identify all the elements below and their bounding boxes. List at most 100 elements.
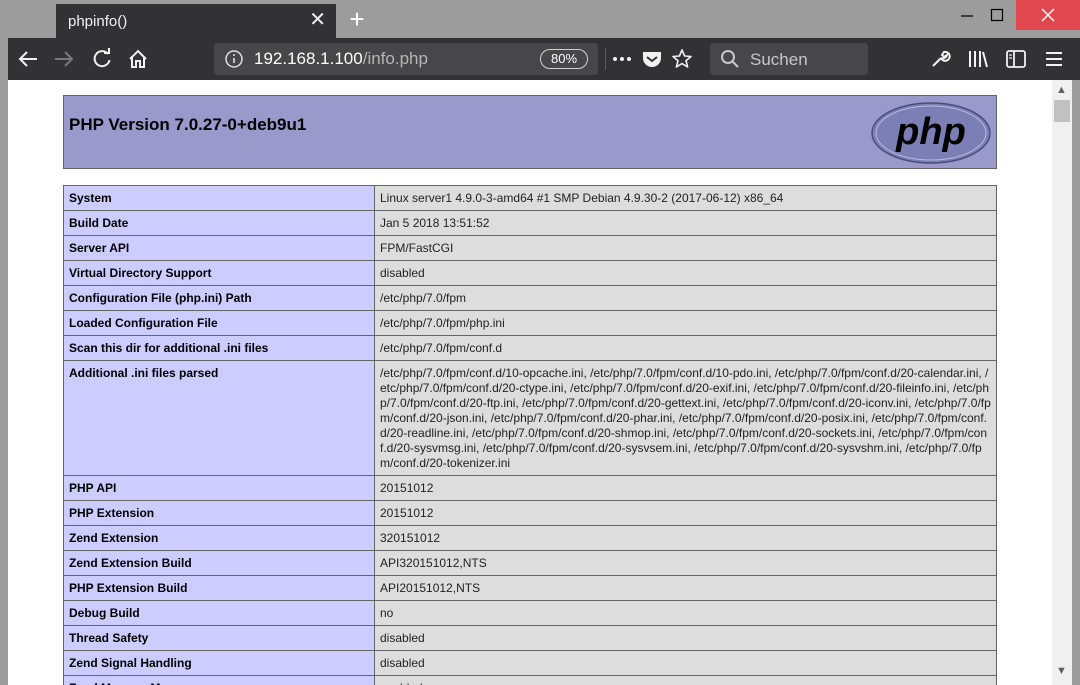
row-value: 20151012 bbox=[374, 475, 997, 501]
row-key: System bbox=[63, 185, 375, 211]
hamburger-menu-icon bbox=[1046, 52, 1062, 66]
toolbar-separator bbox=[605, 48, 606, 70]
url-text[interactable]: 192.168.1.100/info.php bbox=[254, 49, 428, 69]
search-bar[interactable]: Suchen bbox=[710, 43, 868, 75]
url-bar[interactable]: 192.168.1.100/info.php 80% bbox=[214, 43, 598, 75]
row-value: FPM/FastCGI bbox=[374, 235, 997, 261]
minimize-icon bbox=[961, 15, 973, 17]
scroll-up-icon[interactable]: ▲ bbox=[1056, 84, 1067, 96]
window-frame-left bbox=[0, 0, 8, 685]
tab-phpinfo[interactable]: phpinfo() ✕ bbox=[56, 4, 336, 38]
row-value: /etc/php/7.0/fpm/conf.d/10-opcache.ini, … bbox=[374, 360, 997, 476]
row-value: API20151012,NTS bbox=[374, 575, 997, 601]
php-info-table: System Linux server1 4.9.0-3-amd64 #1 SMP… bbox=[63, 185, 997, 685]
home-button[interactable] bbox=[126, 47, 150, 71]
back-button[interactable] bbox=[16, 47, 40, 71]
vertical-scrollbar[interactable]: ▲ ▼ bbox=[1052, 80, 1072, 685]
zoom-level-badge[interactable]: 80% bbox=[540, 49, 588, 69]
table-row: Loaded Configuration File/etc/php/7.0/fp… bbox=[63, 310, 997, 336]
row-key: PHP Extension bbox=[63, 500, 375, 526]
library-icon bbox=[969, 51, 988, 68]
close-tab-icon[interactable]: ✕ bbox=[309, 9, 326, 31]
forward-button[interactable] bbox=[52, 47, 76, 71]
row-key: Scan this dir for additional .ini files bbox=[63, 335, 375, 361]
search-icon bbox=[721, 50, 739, 68]
window-close-button[interactable] bbox=[1016, 0, 1080, 30]
reload-icon bbox=[93, 48, 111, 68]
page-content: PHP Version 7.0.27-0+deb9u1 php System Li… bbox=[8, 80, 1052, 685]
table-row: Build Date Jan 5 2018 13:51:52 bbox=[63, 210, 997, 236]
row-value: disabled bbox=[374, 650, 997, 676]
page-title: PHP Version 7.0.27-0+deb9u1 bbox=[69, 115, 307, 134]
pocket-icon bbox=[643, 52, 661, 67]
row-value: Jan 5 2018 13:51:52 bbox=[374, 210, 997, 236]
library-button[interactable] bbox=[966, 47, 990, 71]
url-host: 192.168.1.100 bbox=[254, 49, 363, 68]
search-input[interactable]: Suchen bbox=[750, 50, 808, 70]
home-icon bbox=[129, 49, 147, 68]
page-actions-button[interactable] bbox=[610, 47, 634, 71]
table-row: PHP Extension 20151012 bbox=[63, 500, 997, 526]
row-key: PHP API bbox=[63, 475, 375, 501]
title-bar: phpinfo() ✕ + bbox=[0, 0, 1080, 38]
forward-arrow-icon bbox=[55, 51, 74, 67]
menu-button[interactable] bbox=[1042, 47, 1066, 71]
row-value: /etc/php/7.0/fpm/php.ini bbox=[374, 310, 997, 336]
row-key: Zend Extension Build bbox=[63, 550, 375, 576]
row-value: API320151012,NTS bbox=[374, 550, 997, 576]
table-row: PHP API 20151012 bbox=[63, 475, 997, 501]
row-key: Zend Signal Handling bbox=[63, 650, 375, 676]
row-key: Debug Build bbox=[63, 600, 375, 626]
table-row: System Linux server1 4.9.0-3-amd64 #1 SMP… bbox=[63, 185, 997, 211]
table-row: Debug Build no bbox=[63, 600, 997, 626]
php-logo: php bbox=[871, 102, 991, 164]
table-row: Zend Extension Build API320151012,NTS bbox=[63, 550, 997, 576]
url-path: /info.php bbox=[362, 49, 428, 68]
table-row: Zend Extension 320151012 bbox=[63, 525, 997, 551]
maximize-button[interactable] bbox=[974, 0, 1020, 30]
row-value: no bbox=[374, 600, 997, 626]
row-key: Zend Memory Manager bbox=[63, 675, 375, 685]
row-value: /etc/php/7.0/fpm/conf.d bbox=[374, 335, 997, 361]
row-key: Virtual Directory Support bbox=[63, 260, 375, 286]
row-key: PHP Extension Build bbox=[63, 575, 375, 601]
sidebar-button[interactable] bbox=[1004, 47, 1028, 71]
window-frame-right bbox=[1072, 80, 1080, 685]
row-key: Configuration File (php.ini) Path bbox=[63, 285, 375, 311]
scroll-down-icon[interactable]: ▼ bbox=[1056, 665, 1067, 677]
back-arrow-icon bbox=[18, 51, 37, 67]
reload-button[interactable] bbox=[90, 47, 114, 71]
row-key: Additional .ini files parsed bbox=[63, 360, 375, 476]
info-icon[interactable] bbox=[224, 49, 244, 69]
tools-button[interactable] bbox=[928, 47, 952, 71]
pocket-button[interactable] bbox=[640, 47, 664, 71]
row-key: Build Date bbox=[63, 210, 375, 236]
star-icon bbox=[672, 49, 692, 68]
table-row: Thread Safety disabled bbox=[63, 625, 997, 651]
sidebar-icon bbox=[1006, 50, 1026, 68]
row-key: Thread Safety bbox=[63, 625, 375, 651]
row-value: /etc/php/7.0/fpm bbox=[374, 285, 997, 311]
row-key: Server API bbox=[63, 235, 375, 261]
table-row: Scan this dir for additional .ini files /… bbox=[63, 335, 997, 361]
table-row: Zend Signal Handling disabled bbox=[63, 650, 997, 676]
table-row: Configuration File (php.ini) Path/etc/ph… bbox=[63, 285, 997, 311]
row-key: Loaded Configuration File bbox=[63, 310, 375, 336]
row-value: disabled bbox=[374, 625, 997, 651]
new-tab-button[interactable]: + bbox=[344, 4, 370, 34]
ellipsis-icon bbox=[613, 57, 631, 61]
table-row: Additional .ini files parsed/etc/php/7.0… bbox=[63, 360, 997, 476]
row-value: 20151012 bbox=[374, 500, 997, 526]
scrollbar-thumb[interactable] bbox=[1054, 100, 1070, 122]
php-version-header: PHP Version 7.0.27-0+deb9u1 php bbox=[63, 95, 997, 169]
tab-title: phpinfo() bbox=[68, 13, 128, 30]
row-value: Linux server1 4.9.0-3-amd64 #1 SMP Debia… bbox=[374, 185, 997, 211]
table-row: Server API FPM/FastCGI bbox=[63, 235, 997, 261]
table-row: Zend Memory Managerenabled bbox=[63, 675, 997, 685]
row-key: Zend Extension bbox=[63, 525, 375, 551]
row-value: disabled bbox=[374, 260, 997, 286]
bookmark-star-button[interactable] bbox=[670, 47, 694, 71]
php-logo-text: php bbox=[895, 111, 966, 153]
row-value: 320151012 bbox=[374, 525, 997, 551]
table-row: Virtual Directory Support disabled bbox=[63, 260, 997, 286]
